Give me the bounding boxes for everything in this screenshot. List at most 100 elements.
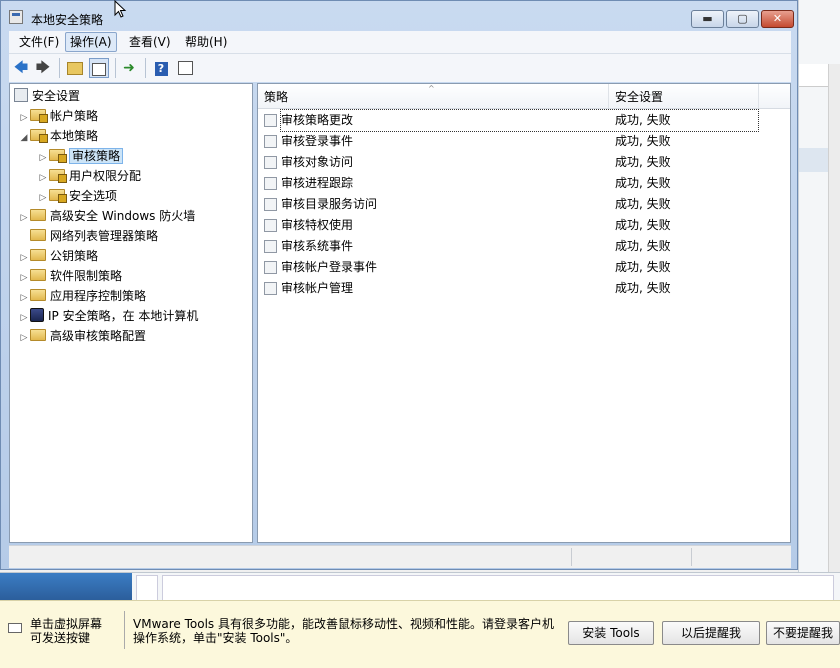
background-window-bottom bbox=[0, 572, 840, 601]
click-screen-hint: 单击虚拟屏幕 可发送按键 bbox=[30, 617, 102, 645]
policy-icon bbox=[264, 219, 277, 232]
menu-view[interactable]: 查看(V) bbox=[125, 33, 175, 51]
policy-icon bbox=[264, 240, 277, 253]
expand-arrow-icon[interactable]: ▷ bbox=[18, 248, 30, 268]
status-separator bbox=[571, 548, 572, 566]
maximize-button[interactable]: ▢ bbox=[726, 10, 759, 28]
background-panel bbox=[162, 575, 834, 601]
menu-file[interactable]: 文件(F) bbox=[15, 33, 63, 51]
policy-name: 审核帐户登录事件 bbox=[281, 260, 378, 274]
column-header-policy[interactable]: 策略 ^ bbox=[258, 84, 609, 108]
expand-arrow-icon[interactable]: ▷ bbox=[18, 268, 30, 288]
policy-name: 审核特权使用 bbox=[281, 218, 354, 232]
forward-icon[interactable]: 🡆 bbox=[33, 58, 53, 78]
ip-security-icon bbox=[30, 308, 44, 322]
tree-root-security-settings[interactable]: 安全设置 bbox=[14, 86, 80, 106]
remind-later-button[interactable]: 以后提醒我 bbox=[662, 621, 760, 645]
show-hide-tree-icon[interactable] bbox=[89, 58, 109, 78]
expand-arrow-icon[interactable]: ▷ bbox=[37, 148, 49, 168]
hint-line: 单击虚拟屏幕 bbox=[30, 617, 103, 631]
status-bar bbox=[9, 545, 791, 568]
table-row[interactable]: 审核系统事件 成功, 失败 bbox=[258, 236, 758, 257]
table-row[interactable]: 审核对象访问 成功, 失败 bbox=[258, 152, 758, 173]
policy-icon bbox=[264, 135, 277, 148]
keyboard-icon bbox=[8, 623, 22, 633]
menu-bar: 文件(F) 操作(A) 查看(V) 帮助(H) bbox=[9, 31, 791, 53]
expand-arrow-icon[interactable]: ▷ bbox=[18, 108, 30, 128]
tree-item-local-policies[interactable]: ◢ 本地策略 bbox=[18, 126, 98, 146]
background-panel bbox=[136, 575, 158, 601]
expand-arrow-icon[interactable]: ▷ bbox=[18, 308, 30, 328]
tree-item-account-policies[interactable]: ▷ 帐户策略 bbox=[18, 106, 98, 126]
tree-item-public-key-policies[interactable]: ▷ 公钥策略 bbox=[18, 246, 98, 266]
toolbar: 🡄 🡆 ➜ ? bbox=[9, 53, 791, 82]
toolbar-separator bbox=[145, 58, 146, 78]
policy-setting: 成功, 失败 bbox=[615, 176, 671, 190]
background-scrollbar bbox=[828, 64, 840, 574]
expand-arrow-icon[interactable]: ▷ bbox=[18, 208, 30, 228]
tree-item-software-restriction[interactable]: ▷ 软件限制策略 bbox=[18, 266, 122, 286]
background-window-right bbox=[798, 0, 840, 600]
policy-setting: 成功, 失败 bbox=[615, 260, 671, 274]
vmware-tools-message: VMware Tools 具有很多功能，能改善鼠标移动性、视频和性能。请登录客户… bbox=[133, 617, 554, 645]
help-icon[interactable]: ? bbox=[151, 58, 171, 78]
tree-item-advanced-audit[interactable]: ▷ 高级审核策略配置 bbox=[18, 326, 146, 346]
sort-ascending-icon: ^ bbox=[428, 84, 435, 93]
expand-arrow-icon[interactable]: ▷ bbox=[37, 168, 49, 188]
tree-item-ip-security[interactable]: ▷ IP 安全策略，在 本地计算机 bbox=[18, 306, 198, 326]
export-list-icon[interactable]: ➜ bbox=[119, 58, 139, 78]
status-separator bbox=[691, 548, 692, 566]
policy-name: 审核目录服务访问 bbox=[281, 197, 378, 211]
security-settings-icon bbox=[14, 88, 28, 102]
expand-arrow-icon[interactable]: ▷ bbox=[18, 288, 30, 308]
policy-name: 审核帐户管理 bbox=[281, 281, 354, 295]
tree-item-user-rights-assignment[interactable]: ▷ 用户权限分配 bbox=[37, 166, 141, 186]
app-icon bbox=[9, 10, 23, 24]
never-remind-button[interactable]: 不要提醒我 bbox=[766, 621, 840, 645]
up-folder-icon[interactable] bbox=[65, 58, 85, 78]
expand-arrow-icon[interactable]: ▷ bbox=[18, 328, 30, 348]
table-row[interactable]: 审核帐户登录事件 成功, 失败 bbox=[258, 257, 758, 278]
folder-icon bbox=[30, 229, 46, 241]
expand-arrow-icon[interactable]: ▷ bbox=[37, 188, 49, 208]
folder-icon bbox=[30, 209, 46, 221]
back-icon[interactable]: 🡄 bbox=[11, 58, 31, 78]
tree-item-security-options[interactable]: ▷ 安全选项 bbox=[37, 186, 117, 206]
tree-item-network-list-manager[interactable]: 网络列表管理器策略 bbox=[18, 226, 158, 246]
folder-icon bbox=[30, 269, 46, 281]
policy-icon bbox=[264, 156, 277, 169]
table-row[interactable]: 审核目录服务访问 成功, 失败 bbox=[258, 194, 758, 215]
background-taskbar-area bbox=[0, 573, 132, 601]
menu-help[interactable]: 帮助(H) bbox=[181, 33, 231, 51]
minimize-button[interactable]: ▬ bbox=[691, 10, 724, 28]
policy-setting: 成功, 失败 bbox=[615, 281, 671, 295]
policy-folder-icon bbox=[49, 189, 67, 203]
collapse-arrow-icon[interactable]: ◢ bbox=[18, 128, 30, 148]
install-tools-button[interactable]: 安装 Tools bbox=[568, 621, 654, 645]
properties-icon[interactable] bbox=[175, 58, 195, 78]
table-row[interactable]: 审核进程跟踪 成功, 失败 bbox=[258, 173, 758, 194]
tree-item-windows-firewall[interactable]: ▷ 高级安全 Windows 防火墙 bbox=[18, 206, 195, 226]
local-security-policy-window: 本地安全策略 ▬ ▢ ✕ 文件(F) 操作(A) 查看(V) 帮助(H) 🡄 🡆… bbox=[0, 0, 798, 570]
policy-list-pane: 策略 ^ 安全设置 审核策略更改 成功, 失败 审核登录事件 成功, 失败 审核… bbox=[257, 83, 791, 543]
policy-folder-icon bbox=[49, 149, 67, 163]
close-button[interactable]: ✕ bbox=[761, 10, 794, 28]
menu-action[interactable]: 操作(A) bbox=[65, 32, 117, 52]
table-row[interactable]: 审核登录事件 成功, 失败 bbox=[258, 131, 758, 152]
toolbar-separator bbox=[115, 58, 116, 78]
table-row[interactable]: 审核帐户管理 成功, 失败 bbox=[258, 278, 758, 299]
tree-item-audit-policy[interactable]: ▷ 审核策略 bbox=[37, 146, 124, 168]
window-title: 本地安全策略 bbox=[31, 13, 104, 27]
message-line: 操作系统，单击"安装 Tools"。 bbox=[133, 631, 298, 645]
folder-icon bbox=[30, 249, 46, 261]
policy-name: 审核系统事件 bbox=[281, 239, 354, 253]
policy-folder-icon bbox=[30, 129, 48, 143]
table-row[interactable]: 审核策略更改 成功, 失败 bbox=[258, 109, 759, 132]
policy-folder-icon bbox=[49, 169, 67, 183]
column-header-security-setting[interactable]: 安全设置 bbox=[609, 84, 759, 108]
tree-item-application-control[interactable]: ▷ 应用程序控制策略 bbox=[18, 286, 146, 306]
message-line: VMware Tools 具有很多功能，能改善鼠标移动性、视频和性能。请登录客户… bbox=[133, 617, 554, 631]
policy-icon bbox=[264, 282, 277, 295]
table-row[interactable]: 审核特权使用 成功, 失败 bbox=[258, 215, 758, 236]
policy-icon bbox=[264, 114, 277, 127]
